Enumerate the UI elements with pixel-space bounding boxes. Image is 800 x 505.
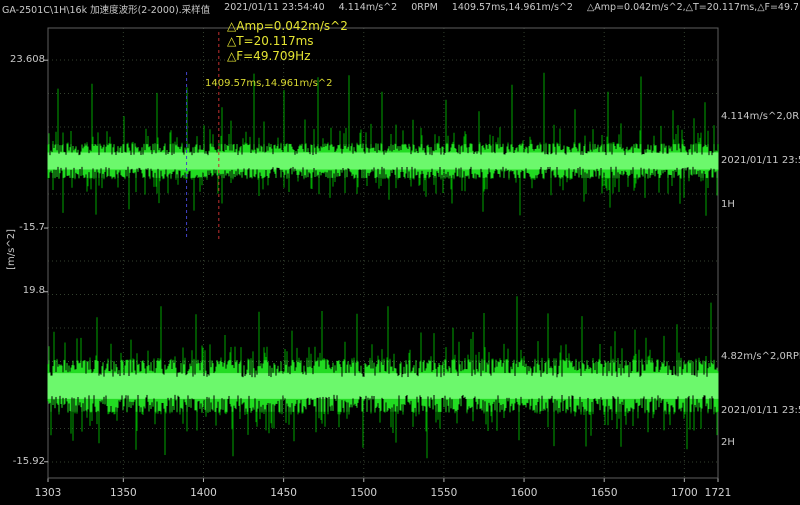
y-tick-ch2-min: -15.92: [0, 456, 45, 467]
waveform-core-1H: [48, 153, 718, 170]
delta-f-line: △F=49.709Hz: [227, 49, 348, 64]
ch1-name: 1H: [721, 199, 735, 210]
x-tick-label: 1600: [511, 487, 538, 499]
y-axis-unit-label: [m/s^2]: [6, 229, 17, 270]
ch2-name: 2H: [721, 437, 735, 448]
waveform-canvas[interactable]: [0, 0, 800, 505]
x-tick-label: 1350: [110, 487, 137, 499]
cursor-value-label: 1409.57ms,14.961m/s^2: [205, 78, 333, 89]
y-tick-ch1-max: 23.608: [0, 54, 45, 65]
waveform-core-2H: [48, 373, 718, 399]
waveform-viewer: GA-2501C\1H\16k 加速度波形(2-2000).采样值 2021/0…: [0, 0, 800, 505]
ch2-overall-label: 4.82m/s^2,0RPM: [721, 351, 800, 362]
delta-amp-line: △Amp=0.042m/s^2: [227, 19, 348, 34]
x-tick-label: 1550: [431, 487, 458, 499]
x-tick-label: 1400: [190, 487, 217, 499]
ch1-timestamp: 2021/01/11 23:54:40: [721, 155, 800, 166]
delta-annotation: △Amp=0.042m/s^2 △T=20.117ms △F=49.709Hz: [227, 19, 348, 64]
ch2-timestamp: 2021/01/11 23:55:20: [721, 405, 800, 416]
x-tick-label: 1721: [705, 487, 732, 499]
x-tick-label: 1700: [671, 487, 698, 499]
x-tick-label: 1303: [35, 487, 62, 499]
x-tick-label: 1650: [591, 487, 618, 499]
x-tick-label: 1500: [350, 487, 377, 499]
y-tick-ch2-max: 19.8: [0, 285, 45, 296]
delta-t-line: △T=20.117ms: [227, 34, 348, 49]
ch1-overall-label: 4.114m/s^2,0RPM: [721, 111, 800, 122]
x-tick-label: 1450: [270, 487, 297, 499]
